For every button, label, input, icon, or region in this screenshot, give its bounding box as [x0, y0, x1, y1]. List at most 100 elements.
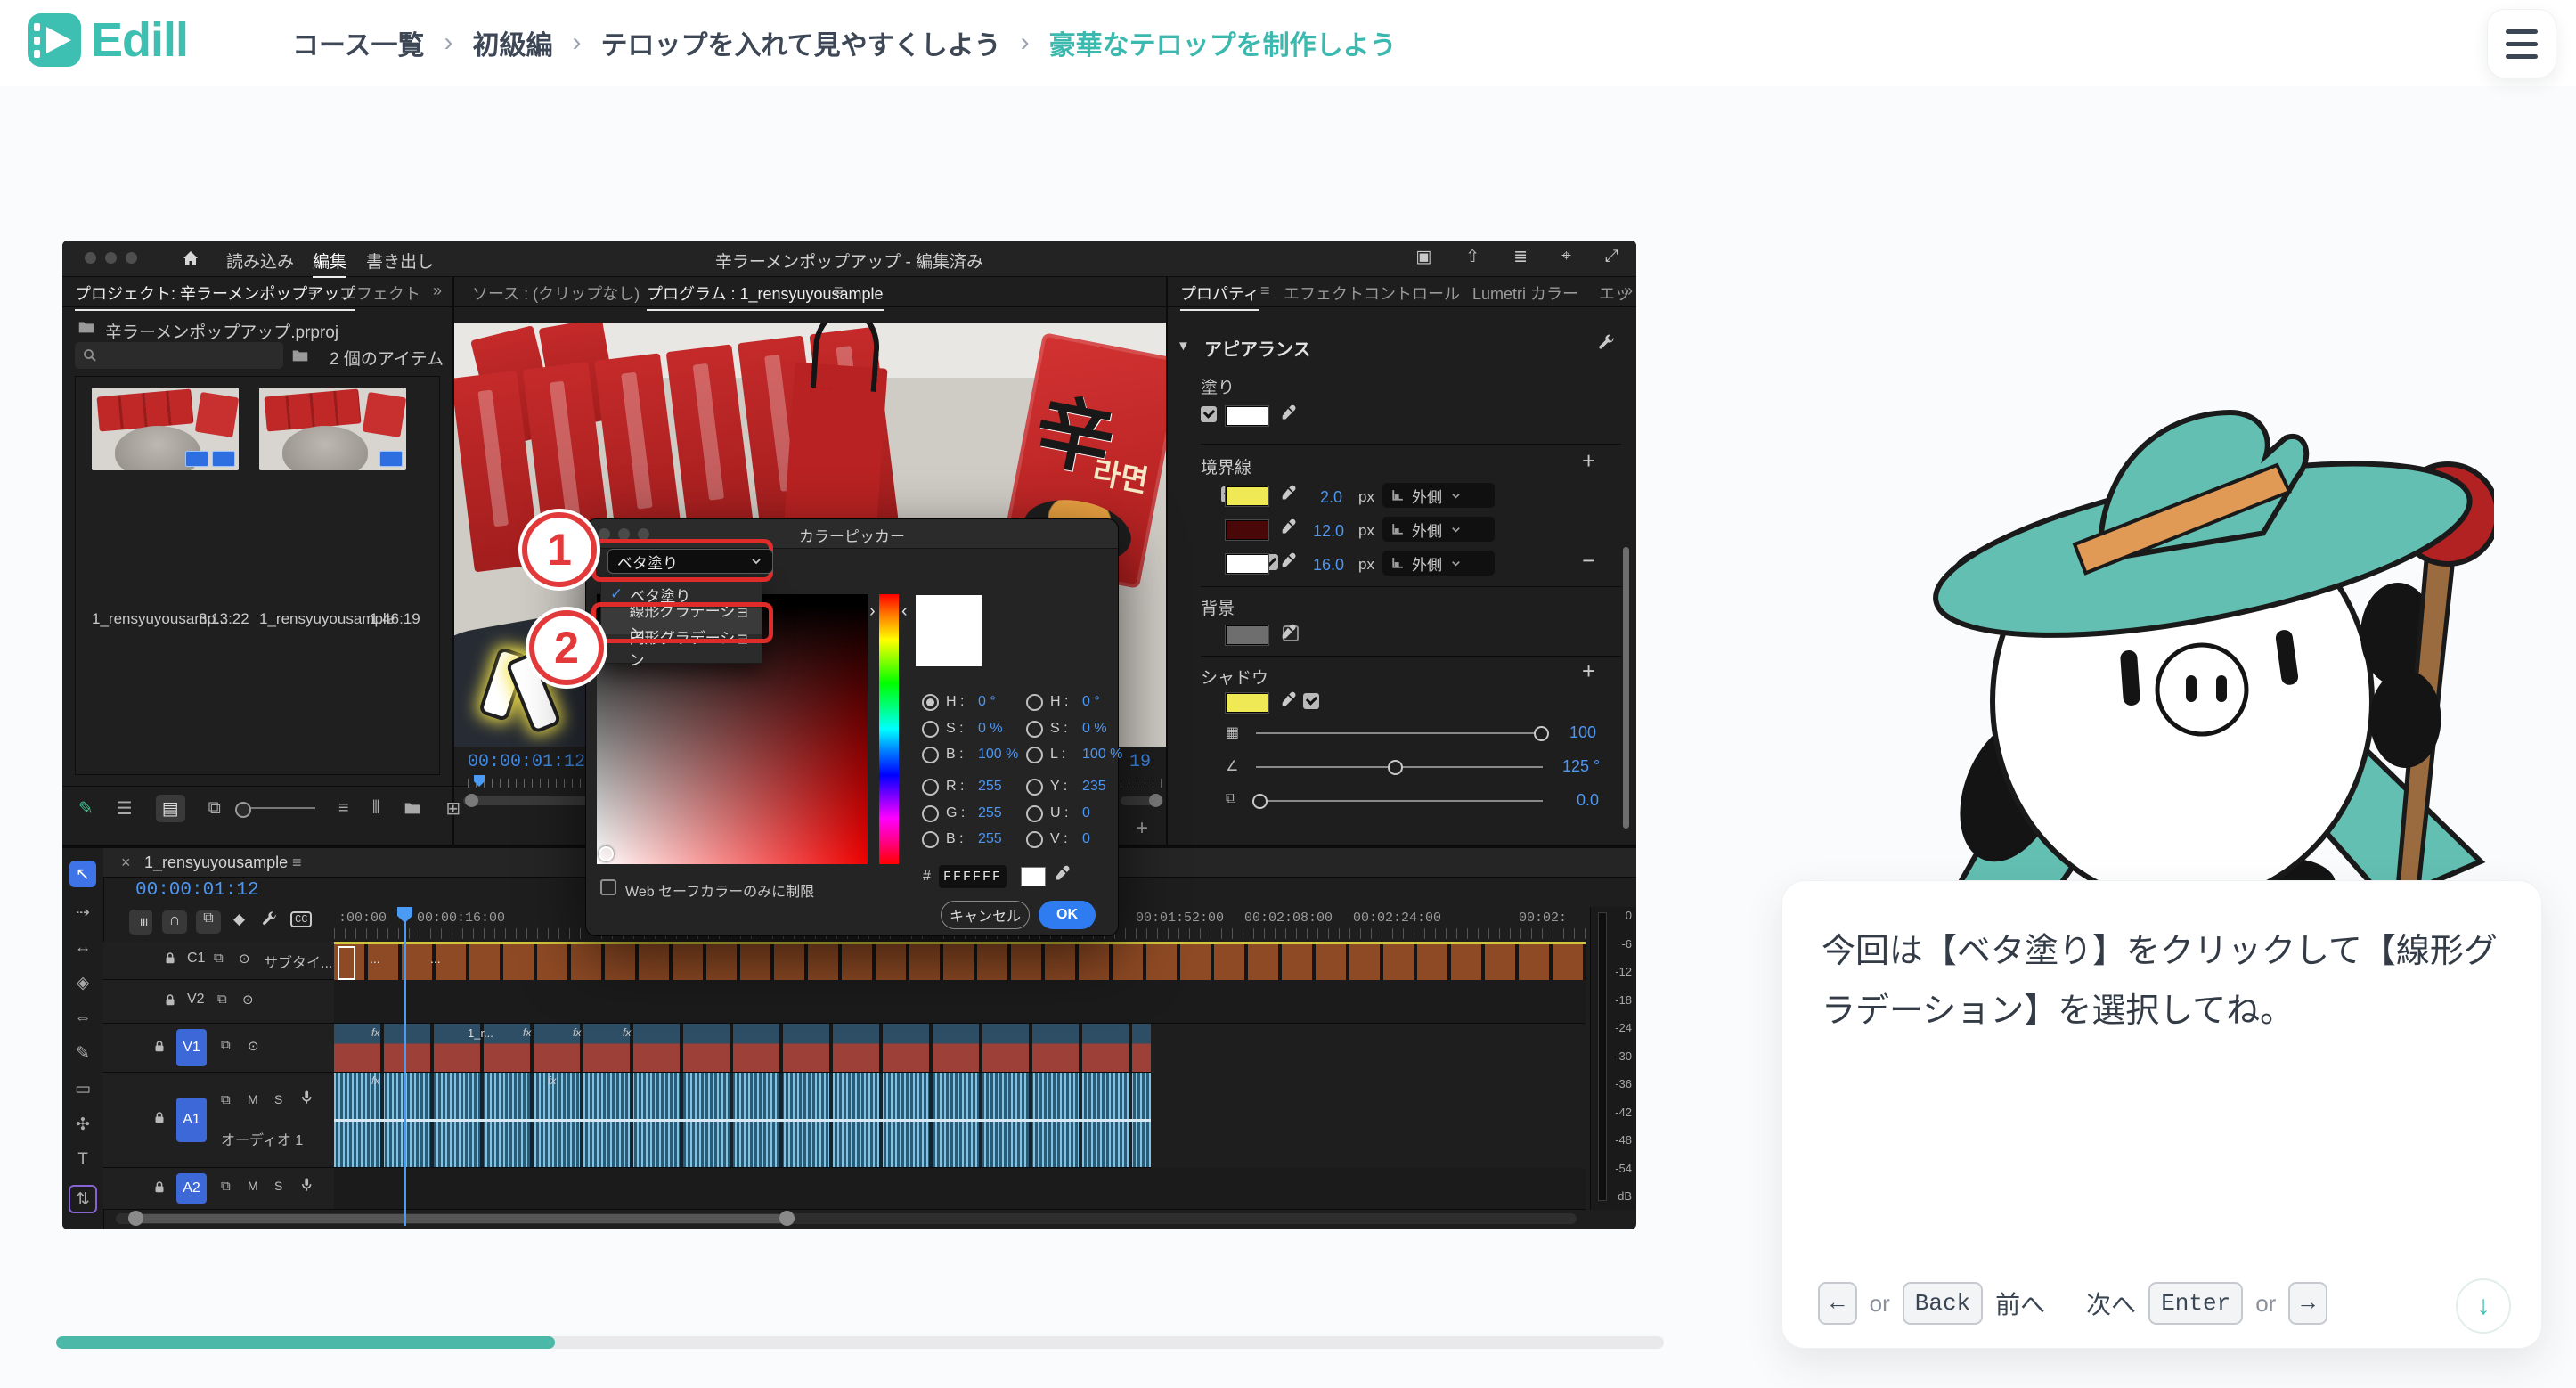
- lock-icon[interactable]: [151, 1110, 167, 1126]
- list-icon[interactable]: ≣: [1513, 247, 1528, 267]
- radio-value[interactable]: 0 %: [978, 721, 1003, 737]
- slip-tool[interactable]: ⇔: [75, 1008, 92, 1028]
- track-output-eye-icon[interactable]: ⊙: [242, 992, 254, 1008]
- lock-icon[interactable]: [151, 1180, 167, 1196]
- sync-lock-icon[interactable]: ⧉: [217, 992, 227, 1007]
- zoom-handle-right[interactable]: [779, 1211, 795, 1226]
- subtitle-clips[interactable]: ... ...: [334, 942, 1586, 983]
- playhead-line[interactable]: [404, 907, 406, 1226]
- shadow-angle-value[interactable]: 125 °: [1562, 757, 1600, 776]
- ripple-edit-tool[interactable]: ↔: [75, 938, 92, 958]
- sync-lock-icon[interactable]: ⧉: [221, 1092, 231, 1107]
- shadow-enabled-checkbox[interactable]: [1303, 693, 1319, 709]
- back-key[interactable]: Back: [1903, 1282, 1983, 1325]
- new-item-icon[interactable]: ⊞: [445, 797, 461, 820]
- stroke-width-value[interactable]: 2.0: [1320, 488, 1342, 507]
- pen-tool[interactable]: ✎: [76, 1043, 90, 1064]
- shadow-opacity-slider[interactable]: [1256, 732, 1543, 734]
- rectangle-tool[interactable]: ▭: [75, 1079, 91, 1099]
- shadow-distance-value[interactable]: 0.0: [1577, 791, 1599, 810]
- mute-button[interactable]: M: [248, 1092, 258, 1106]
- radio-g[interactable]: [922, 805, 939, 822]
- fill-enabled-checkbox[interactable]: [1201, 406, 1217, 422]
- prev-label[interactable]: 前へ: [1995, 1286, 2045, 1321]
- zoom-handle-left[interactable]: [128, 1211, 143, 1226]
- radio-v[interactable]: [1026, 831, 1043, 848]
- breadcrumb-level[interactable]: 初級編: [473, 23, 553, 62]
- thumbnail-zoom-slider[interactable]: [244, 807, 315, 809]
- sort-icon[interactable]: ≡: [338, 798, 349, 819]
- selection-tool[interactable]: ↖: [69, 861, 96, 887]
- radio-value[interactable]: 100 %: [1082, 747, 1122, 763]
- breadcrumb-courses[interactable]: コース一覧: [292, 23, 425, 62]
- timeline-timecode[interactable]: 00:00:01:12: [135, 880, 259, 901]
- monitor-scrollbar-knob[interactable]: [1149, 794, 1162, 807]
- mute-button[interactable]: M: [248, 1179, 258, 1193]
- list-view-icon[interactable]: ☰: [117, 797, 133, 820]
- new-bin-icon[interactable]: [403, 798, 422, 818]
- captions-icon[interactable]: CC: [290, 911, 312, 927]
- eyedropper-icon[interactable]: [1279, 404, 1298, 423]
- solo-button[interactable]: S: [274, 1179, 282, 1193]
- radio-s[interactable]: [922, 721, 939, 738]
- lock-icon[interactable]: [151, 1039, 167, 1055]
- project-search-input[interactable]: [75, 342, 283, 369]
- fill-type-dropdown[interactable]: ベタ塗り: [607, 549, 773, 574]
- zoom-search-icon[interactable]: ⌖: [1561, 247, 1571, 267]
- button-editor-plus-icon[interactable]: +: [1136, 816, 1148, 841]
- timeline-tab[interactable]: 1_rensyuyousample: [144, 853, 288, 872]
- hex-input[interactable]: FFFFFF: [939, 865, 1007, 888]
- websafe-checkbox[interactable]: [600, 879, 616, 895]
- color-field-selector[interactable]: [599, 846, 614, 861]
- track-output-eye-icon[interactable]: ⊙: [248, 1038, 259, 1054]
- shadow-opacity-value[interactable]: 100: [1569, 723, 1596, 742]
- collapse-chevron-icon[interactable]: ▼: [1177, 339, 1190, 354]
- mic-icon[interactable]: [298, 1176, 315, 1194]
- left-arrow-key[interactable]: ←: [1818, 1282, 1857, 1325]
- radio-b[interactable]: [922, 747, 939, 763]
- breadcrumb-lesson[interactable]: テロップを入れて見やすくしよう: [601, 23, 1001, 62]
- panel-menu-icon[interactable]: ≡: [308, 282, 318, 300]
- tab-effects[interactable]: エフェクト: [340, 282, 420, 305]
- add-stroke-icon[interactable]: +: [1582, 447, 1595, 475]
- wrench-icon[interactable]: [1596, 333, 1616, 353]
- radio-l[interactable]: [1026, 747, 1043, 763]
- add-shadow-icon[interactable]: +: [1582, 657, 1595, 685]
- cancel-button[interactable]: キャンセル: [941, 901, 1030, 929]
- timeline-settings-wrench-icon[interactable]: [260, 910, 278, 928]
- radio-value[interactable]: 235: [1082, 779, 1106, 795]
- radio-value[interactable]: 0 %: [1082, 721, 1107, 737]
- radio-value[interactable]: 100 %: [978, 747, 1018, 763]
- panel-menu-icon[interactable]: ≡: [834, 282, 844, 300]
- shadow-color-swatch[interactable]: [1226, 693, 1268, 713]
- v1-clips[interactable]: fx 1_r... fx fx fx: [334, 1024, 1151, 1073]
- sync-lock-icon[interactable]: ⧉: [221, 1179, 231, 1194]
- radio-y[interactable]: [1026, 779, 1043, 796]
- v2-track[interactable]: [334, 980, 1586, 1024]
- clip-thumbnail[interactable]: [259, 388, 406, 470]
- radio-value[interactable]: 255: [978, 831, 1002, 847]
- search-bin-icon[interactable]: [290, 346, 310, 365]
- radio-value[interactable]: 255: [978, 805, 1002, 821]
- a2-track[interactable]: [334, 1168, 1586, 1210]
- scroll-down-button[interactable]: ↓: [2456, 1278, 2511, 1334]
- insert-overwrite-icon[interactable]: ≡: [129, 910, 152, 935]
- hue-strip[interactable]: [879, 594, 899, 864]
- track-select-tool[interactable]: ⇢: [76, 902, 90, 923]
- timeline-zoom-scrollbar[interactable]: [116, 1213, 1577, 1224]
- right-arrow-key[interactable]: →: [2288, 1282, 2327, 1325]
- eyedropper-icon[interactable]: [1053, 865, 1072, 884]
- snap-magnet-icon[interactable]: ∩: [162, 910, 187, 934]
- program-timecode[interactable]: 00:00:01:12: [468, 752, 585, 772]
- solo-button[interactable]: S: [274, 1092, 282, 1106]
- tab-effect-controls[interactable]: エフェクトコントロール: [1284, 282, 1460, 305]
- stroke-color-swatch[interactable]: [1226, 554, 1268, 574]
- a2-badge[interactable]: A2: [176, 1173, 207, 1204]
- project-file-name[interactable]: 辛ラーメンポップアップ.prproj: [105, 319, 338, 343]
- panel-divider[interactable]: [1166, 276, 1168, 848]
- linked-selection-icon[interactable]: ⧉: [196, 910, 221, 934]
- type-tool[interactable]: T: [77, 1150, 88, 1170]
- sync-lock-icon[interactable]: ⧉: [214, 951, 224, 966]
- stroke-color-swatch[interactable]: [1226, 520, 1268, 540]
- lock-icon[interactable]: [162, 992, 178, 1008]
